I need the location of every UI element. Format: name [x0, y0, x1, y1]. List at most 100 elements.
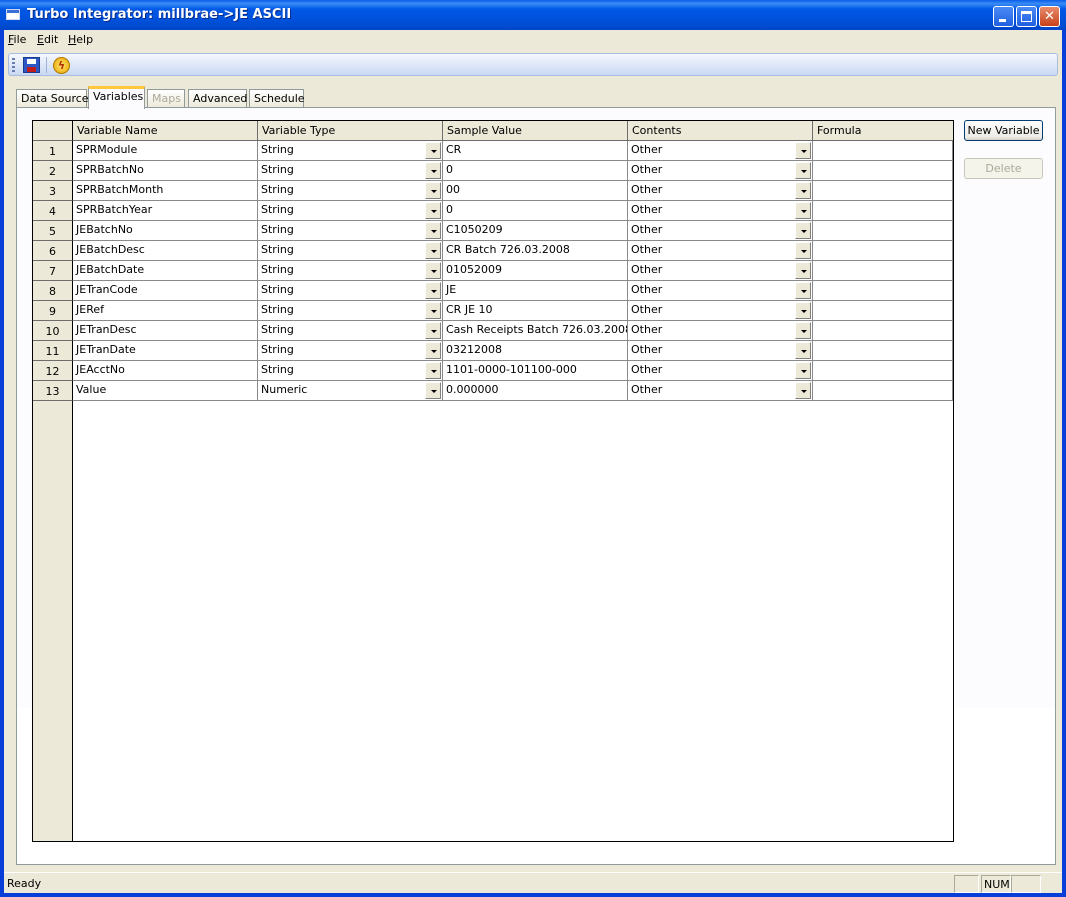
cell-variable-type[interactable]: String — [258, 301, 443, 321]
table-row[interactable]: 3 SPRBatchMonth String 00 Other — [33, 181, 953, 201]
cell-variable-type[interactable]: String — [258, 241, 443, 261]
column-header-formula[interactable]: Formula — [813, 121, 953, 141]
execute-icon[interactable]: ϟ — [53, 57, 70, 74]
cell-formula[interactable] — [813, 361, 953, 381]
cell-sample-value[interactable]: 0 — [443, 161, 628, 181]
row-number[interactable]: 8 — [33, 281, 73, 301]
close-button[interactable]: ✕ — [1039, 6, 1060, 27]
column-header-variable-type[interactable]: Variable Type — [258, 121, 443, 141]
menu-edit[interactable]: Edit — [37, 33, 58, 46]
dropdown-arrow-icon[interactable] — [425, 202, 441, 219]
cell-formula[interactable] — [813, 281, 953, 301]
toolbar-grip[interactable] — [12, 58, 15, 72]
cell-variable-type[interactable]: Numeric — [258, 381, 443, 401]
cell-formula[interactable] — [813, 381, 953, 401]
dropdown-arrow-icon[interactable] — [795, 382, 811, 399]
table-row[interactable]: 6 JEBatchDesc String CR Batch 726.03.2008 Ot… — [33, 241, 953, 261]
dropdown-arrow-icon[interactable] — [425, 342, 441, 359]
cell-contents[interactable]: Other — [628, 341, 813, 361]
cell-variable-name[interactable]: JEBatchDate — [73, 261, 258, 281]
save-icon[interactable] — [23, 57, 40, 73]
tab-advanced[interactable]: Advanced — [188, 89, 247, 108]
menu-help[interactable]: Help — [68, 33, 93, 46]
cell-variable-type[interactable]: String — [258, 321, 443, 341]
cell-contents[interactable]: Other — [628, 221, 813, 241]
dropdown-arrow-icon[interactable] — [425, 322, 441, 339]
cell-sample-value[interactable]: 00 — [443, 181, 628, 201]
row-number[interactable]: 11 — [33, 341, 73, 361]
row-number[interactable]: 13 — [33, 381, 73, 401]
table-row[interactable]: 5 JEBatchNo String C1050209 Other — [33, 221, 953, 241]
row-number[interactable]: 5 — [33, 221, 73, 241]
cell-variable-type[interactable]: String — [258, 361, 443, 381]
cell-contents[interactable]: Other — [628, 181, 813, 201]
cell-variable-name[interactable]: SPRBatchNo — [73, 161, 258, 181]
cell-sample-value[interactable]: 03212008 — [443, 341, 628, 361]
dropdown-arrow-icon[interactable] — [425, 162, 441, 179]
cell-variable-name[interactable]: JERef — [73, 301, 258, 321]
column-header-contents[interactable]: Contents — [628, 121, 813, 141]
cell-contents[interactable]: Other — [628, 281, 813, 301]
cell-variable-type[interactable]: String — [258, 161, 443, 181]
cell-variable-name[interactable]: JETranDate — [73, 341, 258, 361]
table-row[interactable]: 11 JETranDate String 03212008 Other — [33, 341, 953, 361]
cell-variable-type[interactable]: String — [258, 141, 443, 161]
cell-variable-name[interactable]: Value — [73, 381, 258, 401]
dropdown-arrow-icon[interactable] — [425, 142, 441, 159]
cell-contents[interactable]: Other — [628, 241, 813, 261]
cell-formula[interactable] — [813, 161, 953, 181]
cell-sample-value[interactable]: 01052009 — [443, 261, 628, 281]
dropdown-arrow-icon[interactable] — [795, 182, 811, 199]
dropdown-arrow-icon[interactable] — [795, 362, 811, 379]
dropdown-arrow-icon[interactable] — [795, 322, 811, 339]
cell-variable-name[interactable]: JETranCode — [73, 281, 258, 301]
dropdown-arrow-icon[interactable] — [425, 262, 441, 279]
grid-corner[interactable] — [33, 121, 73, 141]
cell-contents[interactable]: Other — [628, 261, 813, 281]
dropdown-arrow-icon[interactable] — [425, 302, 441, 319]
cell-formula[interactable] — [813, 241, 953, 261]
cell-sample-value[interactable]: 0.000000 — [443, 381, 628, 401]
row-number[interactable]: 3 — [33, 181, 73, 201]
table-row[interactable]: 2 SPRBatchNo String 0 Other — [33, 161, 953, 181]
cell-variable-name[interactable]: JEAcctNo — [73, 361, 258, 381]
tab-data-source[interactable]: Data Source — [16, 89, 89, 108]
cell-sample-value[interactable]: JE — [443, 281, 628, 301]
dropdown-arrow-icon[interactable] — [795, 262, 811, 279]
cell-formula[interactable] — [813, 341, 953, 361]
cell-formula[interactable] — [813, 261, 953, 281]
dropdown-arrow-icon[interactable] — [795, 142, 811, 159]
cell-variable-name[interactable]: SPRBatchYear — [73, 201, 258, 221]
table-row[interactable]: 13 Value Numeric 0.000000 Other — [33, 381, 953, 401]
cell-contents[interactable]: Other — [628, 201, 813, 221]
table-row[interactable]: 9 JERef String CR JE 10 Other — [33, 301, 953, 321]
table-row[interactable]: 10 JETranDesc String Cash Receipts Batch 72… — [33, 321, 953, 341]
dropdown-arrow-icon[interactable] — [425, 362, 441, 379]
table-row[interactable]: 4 SPRBatchYear String 0 Other — [33, 201, 953, 221]
dropdown-arrow-icon[interactable] — [795, 242, 811, 259]
row-number[interactable]: 4 — [33, 201, 73, 221]
cell-formula[interactable] — [813, 221, 953, 241]
cell-formula[interactable] — [813, 321, 953, 341]
cell-sample-value[interactable]: CR Batch 726.03.2008 — [443, 241, 628, 261]
tab-schedule[interactable]: Schedule — [249, 89, 305, 108]
cell-formula[interactable] — [813, 201, 953, 221]
cell-variable-name[interactable]: SPRBatchMonth — [73, 181, 258, 201]
cell-contents[interactable]: Other — [628, 161, 813, 181]
table-row[interactable]: 12 JEAcctNo String 1101-0000-101100-000 Othe… — [33, 361, 953, 381]
cell-variable-type[interactable]: String — [258, 181, 443, 201]
dropdown-arrow-icon[interactable] — [425, 282, 441, 299]
column-header-sample-value[interactable]: Sample Value — [443, 121, 628, 141]
dropdown-arrow-icon[interactable] — [795, 162, 811, 179]
cell-contents[interactable]: Other — [628, 141, 813, 161]
table-row[interactable]: 1 SPRModule String CR Other — [33, 141, 953, 161]
row-number[interactable]: 7 — [33, 261, 73, 281]
dropdown-arrow-icon[interactable] — [795, 222, 811, 239]
dropdown-arrow-icon[interactable] — [425, 382, 441, 399]
tab-variables[interactable]: Variables — [88, 86, 145, 109]
cell-variable-type[interactable]: String — [258, 201, 443, 221]
cell-variable-type[interactable]: String — [258, 221, 443, 241]
dropdown-arrow-icon[interactable] — [425, 242, 441, 259]
row-number[interactable]: 12 — [33, 361, 73, 381]
maximize-button[interactable] — [1016, 6, 1037, 27]
